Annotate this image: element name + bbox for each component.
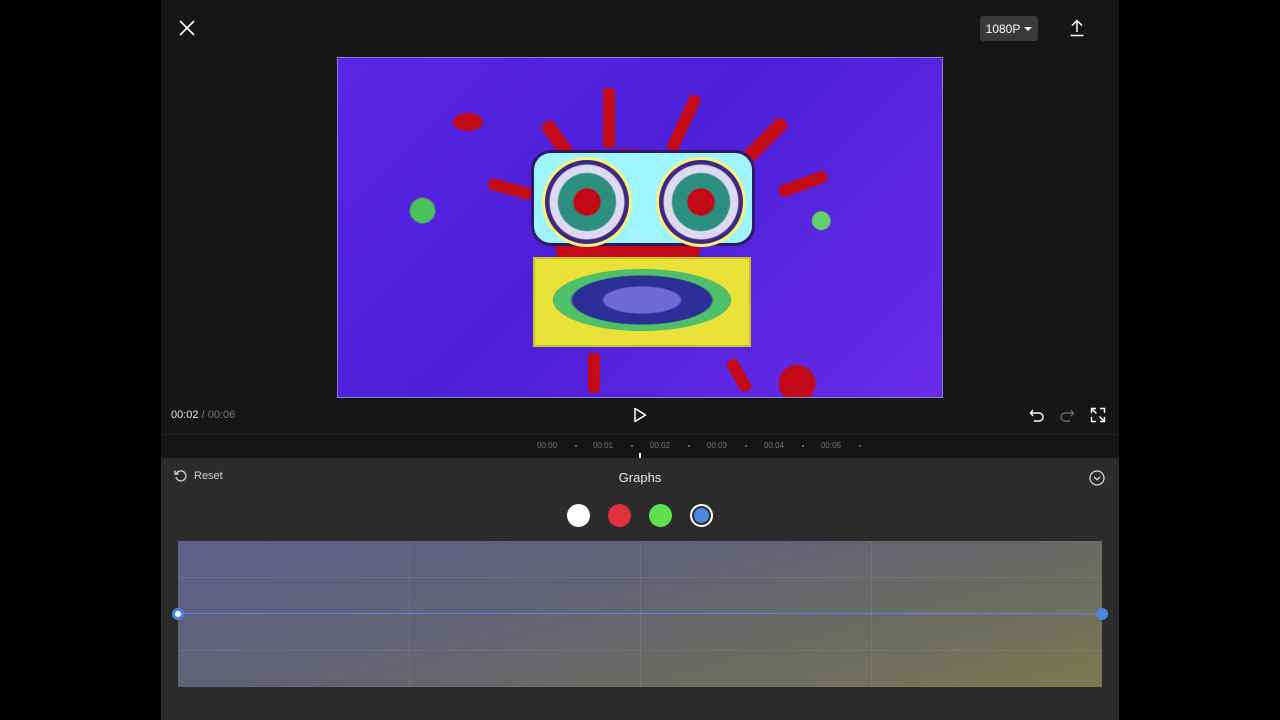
total-time: 00:06 [207,409,236,421]
splat-mark [487,177,534,201]
timeline-dot [745,445,747,447]
channel-blue[interactable] [690,504,713,527]
undo-icon[interactable] [1027,405,1047,425]
fullscreen-icon[interactable] [1088,405,1108,425]
timeline-dot [802,445,804,447]
timeline-tick: 00:04 [763,441,785,450]
resolution-dropdown[interactable]: 1080P [980,16,1038,41]
collapse-icon[interactable] [1087,468,1107,488]
curve-point-start[interactable] [172,608,184,620]
grid-line [871,541,872,687]
time-separator: / [201,409,205,421]
playback-time: 00:02 / 00:06 [171,409,235,421]
video-preview[interactable] [337,57,943,398]
play-icon[interactable] [628,403,652,427]
right-eye [656,157,746,247]
curve-point-end[interactable] [1096,608,1108,620]
resolution-label: 1080P [985,21,1021,36]
channel-white[interactable] [567,504,590,527]
graphs-panel: Reset Graphs [161,458,1119,720]
splat-mark [665,93,703,153]
panel-title: Graphs [618,470,662,485]
timeline-ruler[interactable]: 00:00 00:01 00:02 00:03 00:04 00:05 [161,434,1119,459]
caret-down-icon [1024,26,1033,31]
curve-graph[interactable] [178,541,1102,687]
timeline-tick: 00:00 [536,441,558,450]
character-mouth [533,257,751,347]
timeline-tick: 00:05 [820,441,842,450]
character-eyes [531,150,755,247]
upload-icon[interactable] [1063,14,1091,42]
character-lips [553,269,731,331]
grid-line [409,541,410,687]
redo-icon[interactable] [1057,405,1077,425]
timeline-dot [859,445,861,447]
channel-red[interactable] [608,504,631,527]
timeline-tick: 00:01 [592,441,614,450]
current-time: 00:02 [171,409,199,421]
channel-green[interactable] [649,504,672,527]
splat-mark [588,353,600,393]
left-eye [542,157,632,247]
grid-line [640,541,641,687]
grid-line [178,577,1102,578]
splat-mark [453,113,483,131]
timeline-dot [575,445,577,447]
timeline-dot [688,445,690,447]
timeline-dot [631,445,633,447]
splat-mark [603,88,615,148]
splat-mark [725,357,753,394]
splat-mark [777,169,829,199]
timeline-tick: 00:02 [649,441,671,450]
editor-window: 1080P 00:02 / 00:06 00:00 00:01 00:02 00… [161,0,1119,720]
close-icon[interactable] [173,14,201,42]
top-bar: 1080P [161,0,1119,56]
timeline-tick: 00:03 [706,441,728,450]
curve-line[interactable] [178,613,1102,614]
grid-line [178,650,1102,651]
